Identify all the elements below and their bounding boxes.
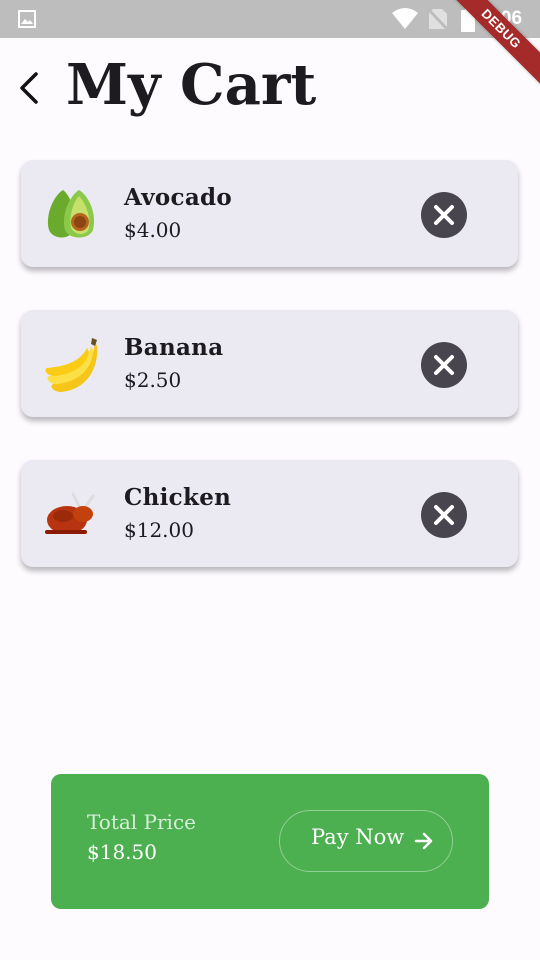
wifi-icon bbox=[392, 8, 418, 34]
item-price: $4.00 bbox=[124, 218, 182, 242]
close-icon bbox=[434, 205, 454, 225]
pay-now-button[interactable]: Pay Now bbox=[279, 810, 453, 872]
cart-item-avocado: Avocado $4.00 bbox=[21, 160, 518, 267]
item-name: Avocado bbox=[124, 184, 233, 211]
close-icon bbox=[434, 355, 454, 375]
total-price-value: $18.50 bbox=[87, 840, 157, 864]
remove-banana-button[interactable] bbox=[421, 342, 467, 388]
item-name: Chicken bbox=[124, 484, 232, 511]
total-price-label: Total Price bbox=[87, 810, 196, 834]
pay-now-label: Pay Now bbox=[311, 825, 405, 849]
status-bar: 3:06 bbox=[0, 0, 540, 38]
checkout-panel: Total Price $18.50 Pay Now bbox=[51, 774, 489, 909]
back-arrow-icon bbox=[20, 72, 38, 104]
remove-chicken-button[interactable] bbox=[421, 492, 467, 538]
remove-avocado-button[interactable] bbox=[421, 192, 467, 238]
cart-item-banana: Banana $2.50 bbox=[21, 310, 518, 417]
item-price: $12.00 bbox=[124, 518, 194, 542]
arrow-right-icon bbox=[414, 832, 434, 854]
back-button[interactable] bbox=[10, 68, 50, 108]
gallery-icon bbox=[18, 10, 36, 32]
item-price: $2.50 bbox=[124, 368, 182, 392]
banana-icon bbox=[43, 336, 99, 392]
avocado-icon bbox=[43, 186, 99, 242]
item-name: Banana bbox=[124, 334, 224, 361]
close-icon bbox=[434, 505, 454, 525]
cart-item-chicken: Chicken $12.00 bbox=[21, 460, 518, 567]
chicken-icon bbox=[43, 486, 99, 542]
no-sim-icon bbox=[427, 8, 449, 34]
page-title: My Cart bbox=[66, 52, 317, 118]
